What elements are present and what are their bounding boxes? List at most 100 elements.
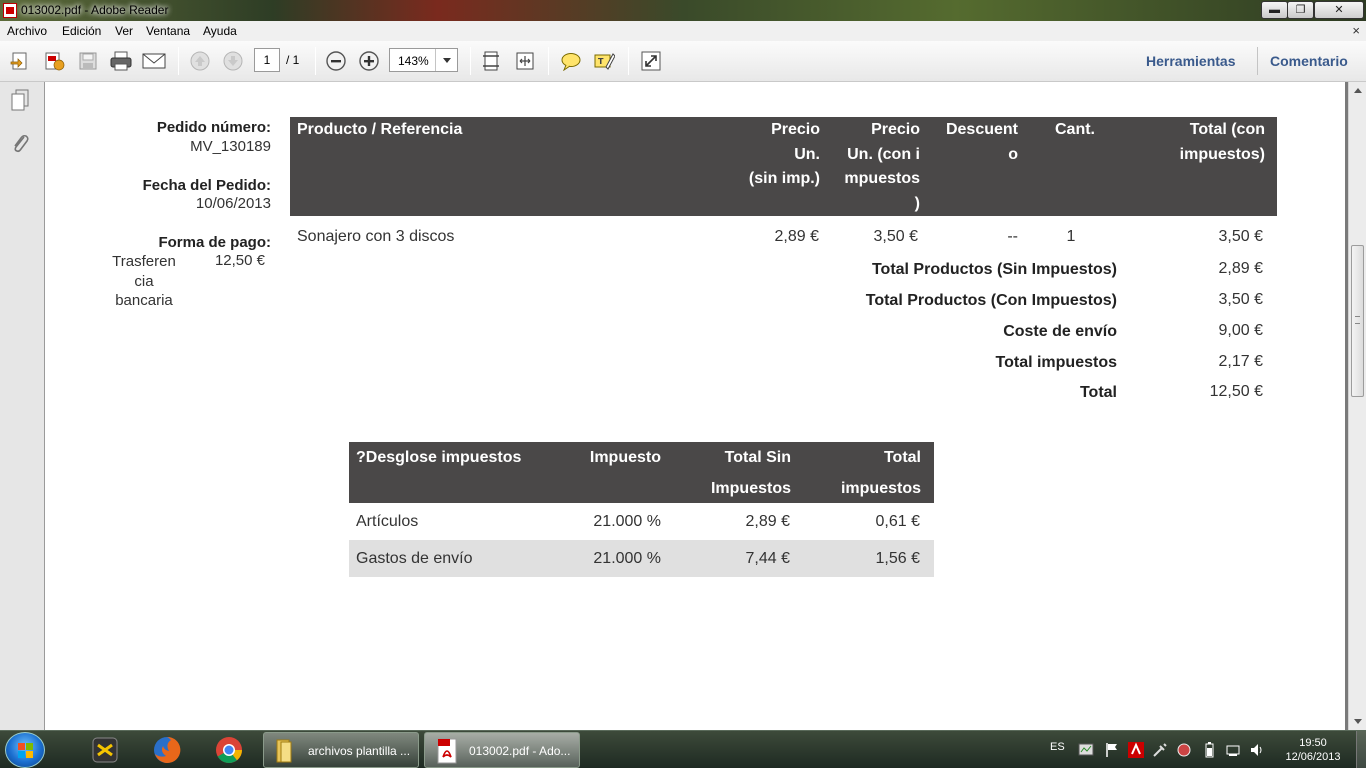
adobe-reader-icon [3,3,17,18]
save-icon[interactable] [76,50,100,72]
shipping-cost-value: 9,00 € [1218,322,1263,339]
close-button[interactable]: ✕ [1314,1,1364,19]
product-discount: -- [1007,228,1018,245]
navigation-pane [0,82,45,730]
create-pdf-icon[interactable] [8,50,32,72]
network-icon[interactable] [1225,742,1241,758]
menu-ventana[interactable]: Ventana [146,24,190,38]
product-name: Sonajero con 3 discos [297,228,455,245]
zoom-value: 143% [398,54,429,68]
zoom-select[interactable]: 143% [389,48,458,72]
order-date-value: 10/06/2013 [195,195,271,212]
language-indicator[interactable]: ES [1050,741,1065,753]
product-unit-price-tax: 3,50 € [873,228,918,245]
payment-amount: 12,50 € [214,252,265,269]
tax-row-amount: 1,56 € [875,550,920,567]
scroll-down-icon[interactable] [1349,713,1366,730]
firefox-icon[interactable] [143,732,191,768]
menu-ver[interactable]: Ver [115,24,133,38]
tax-row-amount: 0,61 € [875,513,920,530]
header-total: Total (con impuestos) [1179,121,1265,163]
header-qty: Cant. [1055,121,1095,138]
task-adobe-reader[interactable]: 013002.pdf - Ado... [424,732,580,768]
page-number-input[interactable]: 1 [254,48,280,72]
maximize-button[interactable]: ❐ [1287,1,1314,19]
shipping-cost-label: Coste de envío [1003,323,1117,340]
export-pdf-icon[interactable] [42,50,66,72]
payment-label: Forma de pago: [158,234,271,251]
tools-tray-icon[interactable] [1152,742,1168,758]
minimize-button[interactable]: ▬ [1261,1,1288,19]
highlight-icon[interactable]: T [592,50,616,72]
tax-row-rate: 21.000 % [593,550,661,567]
antivirus-icon[interactable] [1128,742,1144,758]
grand-total-label: Total [1079,384,1117,401]
close-document-icon[interactable]: × [1352,23,1360,38]
total-products-incl-label: Total Productos (Con Impuestos) [865,292,1117,309]
pages-panel-icon[interactable] [9,88,31,112]
email-icon[interactable] [142,50,166,72]
taskbar: archivos plantilla ... 013002.pdf - Ado.… [0,730,1366,768]
zoom-out-icon[interactable] [324,50,348,72]
header-discount: Descuent o [945,121,1018,163]
total-products-excl-label: Total Productos (Sin Impuestos) [871,261,1117,278]
attachments-icon[interactable] [9,132,31,156]
tax-table-header: ?Desglose impuestos Impuesto Total Sin I… [349,442,934,503]
comment-icon[interactable] [559,50,583,72]
product-qty: 1 [1066,228,1076,245]
clock-date: 12/06/2013 [1285,751,1341,763]
header-unit-price-tax: Precio Un. (con i mpuestos ) [844,121,920,212]
battery-icon[interactable] [1201,742,1217,758]
comment-tab[interactable]: Comentario [1270,53,1348,69]
windows-start-icon [18,743,33,758]
folder-icon [276,739,292,763]
show-desktop-button[interactable] [1356,731,1366,768]
page-up-icon[interactable] [188,50,212,72]
app-tray-icon[interactable] [1176,742,1192,758]
task-explorer[interactable]: archivos plantilla ... [263,732,419,768]
clock[interactable]: 19:50 12/06/2013 [1279,736,1347,764]
chrome-icon[interactable] [205,732,253,768]
page-down-icon[interactable] [221,50,245,72]
menu-ayuda[interactable]: Ayuda [203,24,237,38]
network-monitor-icon[interactable] [1078,742,1094,758]
chevron-down-icon[interactable] [435,49,457,71]
header-unit-price: Precio Un. (sin imp.) [748,121,820,187]
fullscreen-icon[interactable] [639,50,663,72]
menu-archivo[interactable]: Archivo [7,24,47,38]
zoom-in-icon[interactable] [357,50,381,72]
header-total-tax: Total impuestos [840,449,921,497]
menu-bar: Archivo Edición Ver Ventana Ayuda × [0,21,1366,41]
total-tax-label: Total impuestos [995,354,1118,371]
print-icon[interactable] [109,50,133,72]
scroll-up-icon[interactable] [1349,82,1366,99]
order-date-label: Fecha del Pedido: [142,177,271,194]
tools-tab[interactable]: Herramientas [1146,53,1236,69]
document-area: Pedido número: MV_130189 Fecha del Pedid… [45,82,1348,730]
tax-row-name: Artículos [356,513,419,530]
pinned-app-icon[interactable] [81,732,129,768]
order-number-value: MV_130189 [190,138,271,155]
total-products-incl-value: 3,50 € [1218,291,1263,308]
payment-method: Trasferen cia bancaria [112,253,176,309]
fit-page-icon[interactable] [479,50,503,72]
clock-time: 19:50 [1299,737,1327,749]
menu-edicion[interactable]: Edición [62,24,101,38]
title-bar: 013002.pdf - Adobe Reader ▬ ❐ ✕ [0,0,1366,21]
tax-row-rate: 21.000 % [593,513,661,530]
fit-width-icon[interactable] [513,50,537,72]
window-title: 013002.pdf - Adobe Reader [21,3,169,17]
start-button[interactable] [5,732,45,768]
total-tax-value: 2,17 € [1218,353,1263,370]
product-total: 3,50 € [1218,228,1263,245]
table-row: Gastos de envío 21.000 % 7,44 € 1,56 € [349,540,934,577]
tax-row-base: 7,44 € [745,550,790,567]
volume-icon[interactable] [1249,742,1265,758]
header-total-excl: Total Sin Impuestos [710,449,791,497]
vertical-scrollbar[interactable] [1348,82,1366,730]
page-total: / 1 [286,53,300,67]
total-products-excl-value: 2,89 € [1218,260,1263,277]
pdf-page: Pedido número: MV_130189 Fecha del Pedid… [45,82,1345,730]
action-center-flag-icon[interactable] [1104,742,1120,758]
scrollbar-thumb[interactable] [1351,245,1364,397]
